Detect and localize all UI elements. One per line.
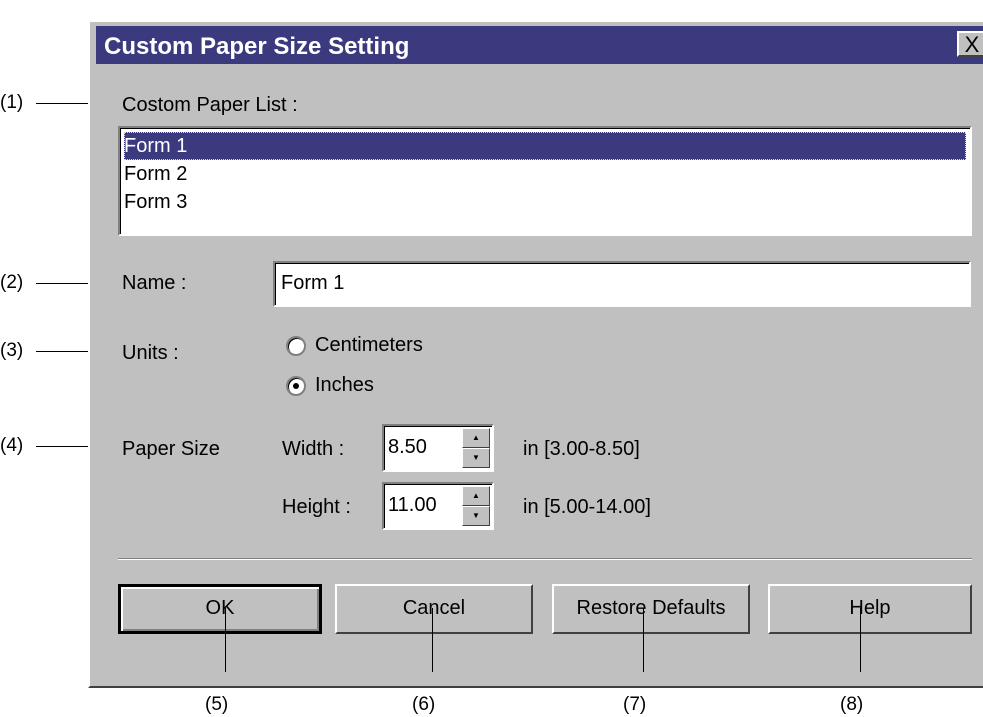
callout-3: (3) (0, 340, 24, 361)
list-item-form-3[interactable]: Form 3 (124, 188, 966, 216)
inches-label[interactable]: Inches (315, 374, 374, 397)
cancel-button[interactable]: Cancel (335, 584, 533, 634)
width-spinbox[interactable]: 8.50 ▲ ▼ (382, 424, 494, 472)
close-button[interactable]: X (957, 31, 983, 57)
restore-defaults-button[interactable]: Restore Defaults (552, 584, 750, 634)
callout-1: (1) (0, 92, 24, 113)
callout-4: (4) (0, 435, 24, 456)
width-label: Width : (282, 438, 345, 460)
width-range: in [3.00-8.50] (523, 438, 640, 460)
leader-line-7 (643, 608, 644, 672)
width-spin-up-icon[interactable]: ▲ (462, 428, 490, 448)
centimeters-label[interactable]: Centimeters (315, 334, 423, 357)
callout-6: (6) (412, 694, 436, 715)
width-spin-down-icon[interactable]: ▼ (462, 448, 490, 468)
units-label: Units : (122, 342, 179, 364)
dialog-title: Custom Paper Size Setting (104, 33, 410, 60)
height-label: Height : (282, 496, 351, 518)
height-spin-up-icon[interactable]: ▲ (462, 486, 490, 506)
leader-line-5 (225, 608, 226, 672)
name-input[interactable]: Form 1 (273, 261, 971, 307)
height-value[interactable]: 11.00 (388, 494, 437, 517)
paper-size-label: Paper Size (122, 438, 220, 460)
leader-line-6 (432, 608, 433, 672)
callout-8: (8) (840, 694, 864, 715)
paper-list-label: Costom Paper List : (122, 94, 298, 116)
name-label: Name : (122, 272, 187, 294)
ok-button[interactable]: OK (118, 584, 322, 634)
list-item-form-2[interactable]: Form 2 (124, 160, 966, 188)
list-item-form-1[interactable]: Form 1 (124, 132, 966, 160)
radio-selected-dot (293, 383, 299, 389)
height-spin-down-icon[interactable]: ▼ (462, 506, 490, 526)
callout-5: (5) (205, 694, 229, 715)
radio-inches[interactable] (286, 376, 306, 396)
custom-paper-listbox[interactable]: Form 1 Form 2 Form 3 (118, 126, 972, 236)
leader-line-8 (860, 608, 861, 672)
height-range: in [5.00-14.00] (523, 496, 651, 518)
radio-centimeters[interactable] (286, 336, 306, 356)
callout-7: (7) (623, 694, 647, 715)
custom-paper-size-dialog: Custom Paper Size Setting X Costom Paper… (88, 20, 983, 688)
title-bar[interactable]: Custom Paper Size Setting X (96, 26, 983, 64)
separator (118, 558, 972, 560)
height-spinbox[interactable]: 11.00 ▲ ▼ (382, 482, 494, 530)
callout-2: (2) (0, 272, 24, 293)
width-value[interactable]: 8.50 (388, 436, 427, 459)
help-button[interactable]: Help (768, 584, 972, 634)
